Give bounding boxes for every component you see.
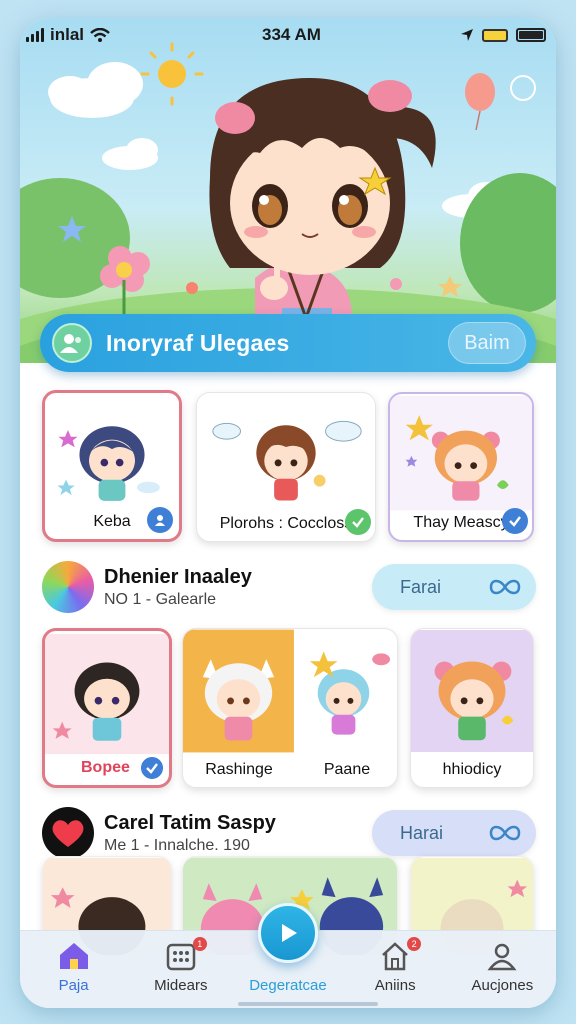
check-icon	[345, 509, 371, 535]
check-icon	[139, 755, 165, 781]
nav-label: Degeratcae	[249, 977, 327, 994]
nav-label: Aniins	[374, 977, 416, 994]
nav-badge: 2	[407, 937, 422, 951]
nav-label: Midears	[154, 977, 208, 994]
play-icon	[282, 924, 297, 942]
header-bar: Inoryraf Ulegaes Baim	[40, 314, 536, 372]
character-card[interactable]: Bopee	[42, 628, 172, 788]
section-action-label: Farai	[400, 576, 442, 597]
home-icon	[59, 943, 88, 969]
heart-icon	[42, 561, 94, 613]
header-button[interactable]: Baim	[448, 322, 526, 364]
character-card[interactable]: Plorohs : Cocclоss	[196, 392, 376, 542]
signal-icon	[26, 28, 44, 42]
bottom-nav: Paja 1 Midears Degeratcae 2 Aniins Aucjo…	[20, 903, 556, 1008]
nav-tab-home[interactable]: Paja	[24, 939, 124, 994]
infinity-icon	[489, 825, 521, 841]
location-icon	[461, 29, 473, 41]
character-art	[411, 630, 533, 752]
section-action-label: Harai	[400, 822, 444, 843]
card-label: hhiodicy	[442, 761, 502, 778]
grid-icon	[166, 943, 196, 971]
low-power-icon	[482, 28, 508, 42]
character-card[interactable]: Thay Meascy	[388, 392, 534, 542]
section-header: Dhenier Inaaley NO 1 - Galearle Farai	[42, 558, 536, 616]
heart-icon	[42, 807, 94, 859]
play-button[interactable]	[258, 903, 318, 963]
battery-icon	[516, 28, 546, 42]
character-card[interactable]: Rashinge Paane	[182, 628, 398, 788]
nav-tab-grid[interactable]: 1 Midears	[131, 937, 231, 994]
section-title: Carel Tatim Saspy	[104, 811, 276, 834]
status-bar: inlal 334 AM	[20, 18, 556, 52]
check-icon	[147, 507, 173, 533]
check-icon	[502, 508, 528, 534]
section-subtitle: Me 1 - Innalche. 190	[104, 836, 250, 854]
user-icon	[487, 943, 517, 971]
section-action-button[interactable]: Harai	[372, 810, 536, 856]
section-subtitle: NO 1 - Galearle	[104, 590, 217, 608]
house-icon	[382, 942, 409, 971]
character-art	[197, 393, 375, 511]
infinity-icon	[489, 579, 521, 595]
character-art	[45, 633, 169, 755]
profile-icon[interactable]	[52, 323, 92, 363]
card-label: Paane	[323, 761, 371, 778]
app-screen: inlal 334 AM Inoryraf Ulegaes Baim Keba …	[20, 18, 556, 1008]
hero-illustration	[20, 42, 556, 363]
nav-label: Aucjones	[471, 977, 534, 994]
character-art	[45, 395, 179, 511]
home-indicator	[238, 1002, 378, 1006]
page-title: Inoryraf Ulegaes	[106, 329, 290, 356]
carrier-text: inlal	[50, 25, 85, 44]
card-label: Rashinge	[205, 761, 273, 778]
wifi-icon	[90, 28, 110, 42]
nav-badge: 1	[192, 937, 207, 951]
character-card[interactable]: Keba	[42, 390, 182, 542]
section-header: Carel Tatim Saspy Me 1 - Innalche. 190 H…	[42, 804, 536, 862]
status-time: 334 AM	[262, 25, 321, 44]
nav-tab-user[interactable]: Aucjones	[452, 939, 552, 994]
section-action-button[interactable]: Farai	[372, 564, 536, 610]
section-title: Dhenier Inaaley	[104, 565, 252, 588]
nav-tab-house[interactable]: 2 Aniins	[345, 937, 445, 994]
character-art	[183, 629, 397, 753]
nav-label: Paja	[58, 977, 89, 994]
hero-banner	[20, 18, 556, 363]
character-art	[390, 395, 532, 511]
character-card[interactable]: hhiodicy	[410, 628, 534, 788]
